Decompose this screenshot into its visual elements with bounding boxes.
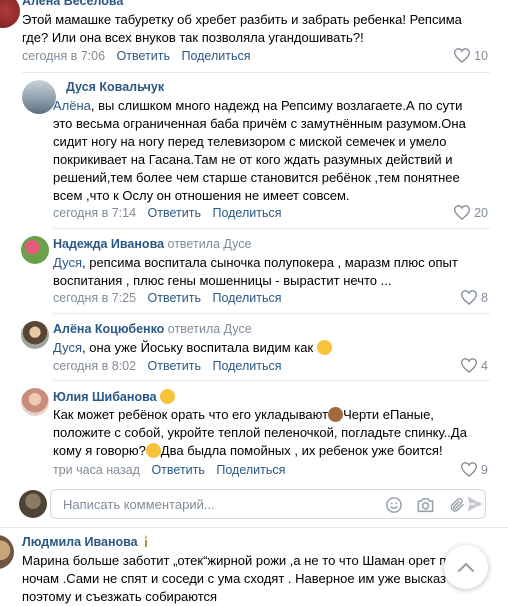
like-button[interactable]: 4	[461, 358, 488, 373]
avatar[interactable]	[0, 535, 14, 569]
author-name[interactable]: Алёна Коцюбенко	[53, 322, 164, 336]
like-button[interactable]: 10	[454, 48, 488, 63]
avatar[interactable]	[21, 321, 49, 349]
like-count: 8	[481, 290, 488, 305]
mention-link[interactable]: Дуся	[53, 255, 82, 270]
divider	[22, 72, 490, 73]
heart-outline-icon	[454, 48, 471, 63]
chevron-up-icon	[457, 562, 475, 573]
comment-author[interactable]: Алёна Коцюбенко ответила Дусе	[53, 322, 252, 336]
smile-icon[interactable]	[385, 496, 403, 514]
comment-text: Как может ребёнок орать что его укладыва…	[53, 406, 485, 460]
comment-input-box[interactable]	[50, 489, 486, 519]
comment-text: Алёна, вы слишком много надежд на Репсим…	[53, 97, 485, 205]
like-button[interactable]: 8	[461, 290, 488, 305]
comment-meta: три часа назад Ответить Поделиться	[53, 463, 285, 477]
camera-icon[interactable]	[416, 496, 435, 514]
comment-author[interactable]: Алена Веселова	[22, 0, 123, 8]
reply-button[interactable]: Ответить	[151, 463, 204, 477]
author-name[interactable]: Людмила Иванова	[22, 535, 138, 549]
reply-button[interactable]: Ответить	[117, 49, 170, 63]
like-count: 10	[474, 48, 488, 63]
comment-text: Этой мамашке табуретку об хребет разбить…	[22, 12, 462, 45]
comment-time[interactable]: сегодня в 7:25	[53, 291, 136, 305]
comment-meta: сегодня в 7:25 Ответить Поделиться	[53, 291, 281, 305]
reply-button[interactable]: Ответить	[148, 206, 201, 220]
comment-meta: сегодня в 8:02 Ответить Поделиться	[53, 359, 281, 373]
comment-author[interactable]: Людмила Иванова	[22, 534, 151, 549]
send-icon[interactable]	[465, 494, 485, 514]
mention-link[interactable]: Алёна	[53, 98, 91, 113]
comment-text: Дуся, репсима воспитала сыночка полупоке…	[53, 254, 485, 290]
heart-outline-icon	[461, 358, 478, 373]
reply-button[interactable]: Ответить	[148, 291, 201, 305]
avatar[interactable]	[21, 236, 49, 264]
comment-text: Марина больше заботит „отек“жирной рожи …	[22, 553, 454, 604]
comment-body: Два быдла помойных , их ребенок уже боит…	[160, 443, 443, 458]
like-count: 20	[474, 205, 488, 220]
heart-outline-icon	[461, 290, 478, 305]
paperclip-icon[interactable]	[448, 496, 466, 514]
avatar[interactable]	[21, 388, 49, 416]
share-button[interactable]: Поделиться	[212, 206, 281, 220]
divider	[53, 228, 490, 229]
share-button[interactable]: Поделиться	[212, 359, 281, 373]
comment-input[interactable]	[61, 496, 325, 513]
like-button[interactable]: 20	[454, 205, 488, 220]
mention-link[interactable]: Дуся	[53, 340, 82, 355]
share-button[interactable]: Поделиться	[212, 291, 281, 305]
reply-target[interactable]: ответила Дусе	[168, 237, 252, 251]
like-button[interactable]: 9	[461, 462, 488, 477]
avatar[interactable]	[22, 80, 56, 114]
comment-text: Дуся, она уже Йоську воспитала видим как	[53, 339, 485, 357]
author-name[interactable]: Надежда Иванова	[53, 237, 164, 251]
relieved-emoji-icon	[145, 443, 161, 458]
comment-body: , она уже Йоську воспитала видим как	[81, 340, 314, 355]
candle-icon	[145, 535, 148, 547]
comment-meta: сегодня в 7:06 Ответить Поделиться	[22, 49, 250, 63]
comment-author[interactable]: Дуся Ковальчук	[66, 80, 164, 94]
divider	[53, 380, 490, 381]
current-user-avatar	[19, 490, 47, 518]
reply-button[interactable]: Ответить	[148, 359, 201, 373]
scroll-to-top-button[interactable]	[444, 545, 488, 589]
comment-time[interactable]: сегодня в 7:06	[22, 49, 105, 63]
avatar[interactable]	[0, 0, 20, 28]
smile-emoji-icon	[160, 389, 176, 404]
like-count: 4	[481, 358, 488, 373]
comment-time[interactable]: сегодня в 7:14	[53, 206, 136, 220]
comment-body: , репсима воспитала сыночка полупокера ,…	[53, 255, 458, 288]
smirk-emoji-icon	[316, 340, 332, 355]
comment-time[interactable]: три часа назад	[53, 463, 140, 477]
share-button[interactable]: Поделиться	[216, 463, 285, 477]
like-count: 9	[481, 462, 488, 477]
comment-body: Как может ребёнок орать что его укладыва…	[53, 407, 329, 422]
heart-outline-icon	[461, 462, 478, 477]
comment-time[interactable]: сегодня в 8:02	[53, 359, 136, 373]
comment-body: , вы слишком много надежд на Репсиму воз…	[53, 98, 466, 203]
share-button[interactable]: Поделиться	[181, 49, 250, 63]
comment-meta: сегодня в 7:14 Ответить Поделиться	[53, 206, 281, 220]
divider	[0, 527, 508, 528]
heart-outline-icon	[454, 205, 471, 220]
see-no-evil-monkey-icon	[328, 407, 344, 422]
comment-author[interactable]: Надежда Иванова ответила Дусе	[53, 237, 251, 251]
author-name[interactable]: Юлия Шибанова	[53, 390, 157, 404]
reply-target[interactable]: ответила Дусе	[168, 322, 252, 336]
divider	[53, 313, 490, 314]
comment-author[interactable]: Юлия Шибанова	[53, 389, 176, 404]
